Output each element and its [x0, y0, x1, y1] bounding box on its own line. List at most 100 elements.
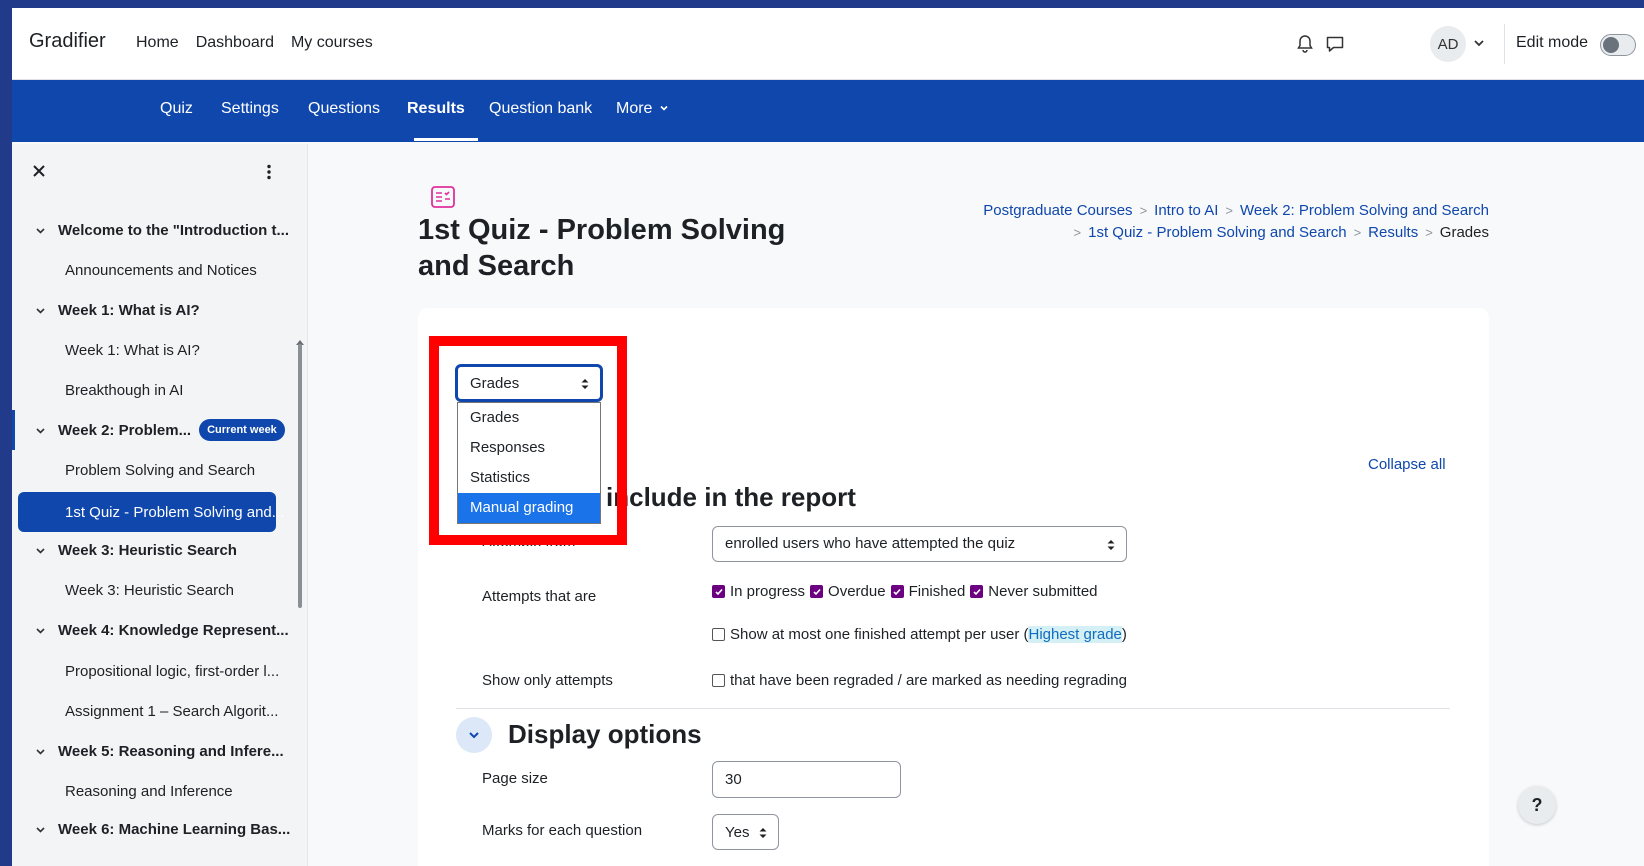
checkbox-checked-icon[interactable] [970, 585, 984, 598]
section-chevron-down-icon[interactable] [34, 304, 46, 316]
course-section-item[interactable]: Week 5: Reasoning and Infere... [12, 731, 294, 771]
course-activity-label: Announcements and Notices [65, 261, 257, 279]
course-index-drawer: Welcome to the "Introduction t... Announ… [12, 144, 308, 866]
attempts-from-select[interactable]: enrolled users who have attempted the qu… [712, 526, 1127, 562]
course-section-item[interactable]: Week 1: What is AI? [12, 290, 294, 330]
dropdown-option-grades[interactable]: Grades [458, 403, 600, 433]
page-size-input[interactable]: 30 [712, 761, 901, 798]
checkbox-regraded[interactable] [712, 674, 725, 687]
course-section-item[interactable]: Week 6: Machine Learning Bas... [12, 809, 294, 849]
course-activity-item[interactable]: Reasoning and Inference [12, 771, 294, 811]
breadcrumb-item[interactable]: Results [1368, 224, 1418, 241]
checkbox-checked-icon[interactable] [712, 585, 725, 598]
course-activity-item[interactable]: Week 3: Heuristic Search [12, 570, 294, 610]
drawer-scrollbar[interactable] [298, 344, 302, 608]
attempts-that-are-label: Attempts that are [482, 588, 597, 605]
secondary-navigation: Quiz Settings Questions Results Question… [12, 80, 1644, 142]
section-chevron-down-icon[interactable] [34, 745, 46, 757]
course-activity-label: Problem Solving and Search [65, 461, 256, 479]
show-only-label: Show only attempts [482, 672, 613, 689]
course-activity-item[interactable]: Problem Solving and Search [12, 450, 294, 490]
course-activity-item[interactable]: Breakthough in AI [12, 370, 294, 410]
tab-settings[interactable]: Settings [221, 100, 279, 118]
checkbox-overdue[interactable]: Overdue [810, 583, 886, 600]
marks-for-each-question-select[interactable]: Yes [712, 814, 779, 850]
course-activity-item[interactable]: Propositional logic, first-order l... [12, 651, 294, 691]
checkbox-in-progress[interactable]: In progress [712, 583, 805, 600]
course-section-label: Week 6: Machine Learning Bas... [58, 820, 291, 838]
checkbox-never-submitted[interactable]: Never submitted [970, 583, 1098, 600]
dropdown-option-responses[interactable]: Responses [458, 433, 600, 463]
course-section-item[interactable]: Week 4: Knowledge Represent... [12, 610, 294, 650]
course-activity-item[interactable]: Announcements and Notices [12, 250, 294, 290]
course-section-label: Week 2: Problem... [58, 421, 192, 439]
tab-more-label: More [616, 100, 653, 117]
course-section-label: Week 5: Reasoning and Infere... [58, 742, 284, 760]
checkbox-finished[interactable]: Finished [890, 583, 965, 600]
breadcrumb-item[interactable]: Postgraduate Courses [983, 202, 1132, 219]
select-arrows-icon [759, 828, 767, 838]
breadcrumb-chevron-right-icon: > [1425, 225, 1433, 240]
nav-my-courses[interactable]: My courses [291, 34, 373, 52]
tab-questions[interactable]: Questions [308, 100, 380, 118]
section-chevron-down-icon[interactable] [34, 544, 46, 556]
course-activity-label: Reasoning and Inference [65, 782, 233, 800]
section-chevron-down-icon[interactable] [34, 424, 46, 436]
course-activity-label: Assignment 1 – Search Algorit... [65, 702, 279, 720]
report-type-dropdown-list: Grades Responses Statistics Manual gradi… [457, 402, 601, 524]
section-chevron-down-icon[interactable] [34, 823, 46, 835]
section-divider [456, 708, 1450, 709]
notifications-bell-icon[interactable] [1293, 32, 1317, 56]
messages-chat-icon[interactable] [1323, 32, 1347, 56]
course-section-item-current[interactable]: Week 2: Problem... Current week [12, 410, 294, 450]
help-button[interactable]: ? [1518, 786, 1556, 824]
breadcrumb: Postgraduate Courses > Intro to AI > Week 2:… [929, 200, 1489, 244]
display-options-collapse-chevron-icon[interactable] [456, 717, 492, 753]
display-options-heading[interactable]: Display options [508, 719, 702, 750]
course-section-label: Week 3: Heuristic Search [58, 541, 237, 559]
section-chevron-down-icon[interactable] [34, 224, 46, 236]
tab-quiz[interactable]: Quiz [160, 100, 193, 118]
active-tab-indicator [414, 138, 478, 141]
nav-dashboard[interactable]: Dashboard [196, 34, 274, 52]
course-section-item[interactable]: Week 3: Heuristic Search [12, 530, 294, 570]
course-activity-label: Propositional logic, first-order l... [65, 662, 280, 680]
select-arrows-icon [1107, 540, 1115, 550]
dropdown-option-manual-grading[interactable]: Manual grading [458, 493, 600, 523]
nav-home[interactable]: Home [136, 34, 179, 52]
checkbox-checked-icon[interactable] [810, 585, 824, 598]
breadcrumb-item[interactable]: Intro to AI [1154, 202, 1218, 219]
user-menu-chevron-down-icon[interactable] [1472, 36, 1486, 50]
dropdown-option-statistics[interactable]: Statistics [458, 463, 600, 493]
breadcrumb-chevron-right-icon: > [1353, 225, 1362, 240]
course-activity-item-selected[interactable]: 1st Quiz - Problem Solving and... [18, 492, 284, 532]
report-type-select[interactable]: Grades [455, 364, 603, 402]
edit-mode-label: Edit mode [1516, 34, 1589, 51]
highest-grade-link[interactable]: Highest grade [1028, 626, 1122, 643]
checkbox-checked-icon[interactable] [890, 585, 904, 598]
tab-results[interactable]: Results [407, 100, 465, 118]
breadcrumb-item[interactable]: Week 2: Problem Solving and Search [1240, 202, 1489, 219]
checkbox-one-attempt[interactable] [712, 628, 725, 641]
section-chevron-down-icon[interactable] [34, 624, 46, 636]
include-section-heading[interactable]: include in the report [606, 482, 856, 513]
collapse-all-link[interactable]: Collapse all [1368, 456, 1446, 473]
tab-question-bank[interactable]: Question bank [489, 100, 592, 118]
edit-mode-toggle[interactable] [1600, 34, 1636, 56]
course-activity-item[interactable]: Assignment 1 – Search Algorit... [12, 691, 294, 731]
course-activity-item[interactable]: Week 1: What is AI? [12, 330, 294, 370]
drawer-options-kebab-icon[interactable] [266, 164, 282, 182]
page-title: 1st Quiz - Problem Solving and Search [418, 214, 786, 282]
checkbox-label: In progress [730, 583, 806, 600]
site-brand[interactable]: Gradifier [29, 30, 106, 53]
course-activity-label: Week 3: Heuristic Search [65, 581, 234, 599]
primary-navigation: Home Dashboard My courses [136, 34, 373, 52]
course-section-item[interactable]: Welcome to the "Introduction t... [12, 210, 294, 250]
breadcrumb-item[interactable]: 1st Quiz - Problem Solving and Search [1088, 224, 1346, 241]
tab-more[interactable]: More [616, 100, 669, 118]
close-drawer-icon[interactable] [32, 164, 48, 180]
attempt-state-checkboxes: In progress Overdue Finished Never submi… [712, 583, 1103, 600]
browser-viewport: Gradifier Home Dashboard My courses AD E… [12, 8, 1644, 866]
user-avatar[interactable]: AD [1430, 26, 1466, 62]
one-attempt-label-prefix: Show at most one finished attempt per us… [730, 626, 1029, 643]
